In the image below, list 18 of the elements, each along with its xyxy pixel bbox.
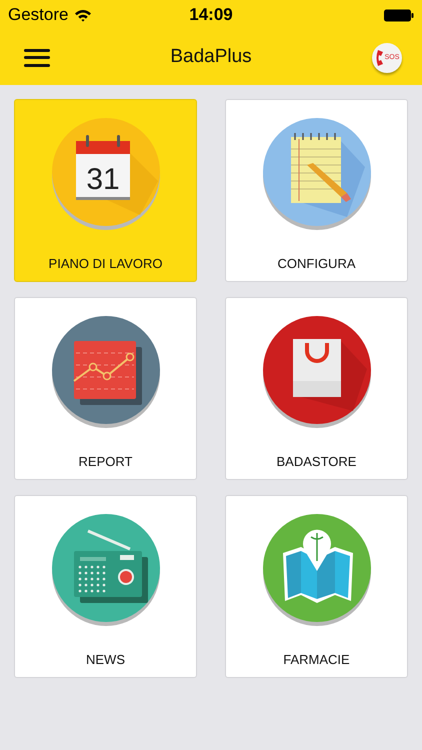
map-pin-icon [260, 513, 372, 626]
phone-icon [374, 48, 384, 66]
menu-tile[interactable]: NEWS [14, 495, 197, 678]
app-title: BadaPlus [170, 46, 252, 68]
clock-time: 14:09 [189, 4, 233, 26]
carrier-label: Gestore [8, 4, 68, 26]
radio-icon [50, 513, 162, 626]
menu-tile[interactable]: FARMACIE [225, 495, 408, 678]
shopping-bag-icon [260, 315, 372, 428]
wifi-icon [74, 8, 92, 22]
menu-tile[interactable]: CONFIGURA [225, 99, 408, 282]
battery-icon [384, 8, 414, 22]
notepad-pencil-icon [260, 117, 372, 230]
menu-tile[interactable]: 31 PIANO DI LAVORO [14, 99, 197, 282]
menu-tile[interactable]: BADASTORE [225, 297, 408, 480]
menu-tile[interactable]: REPORT [14, 297, 197, 480]
line-chart-icon [50, 315, 162, 428]
menu-icon[interactable] [24, 48, 50, 66]
